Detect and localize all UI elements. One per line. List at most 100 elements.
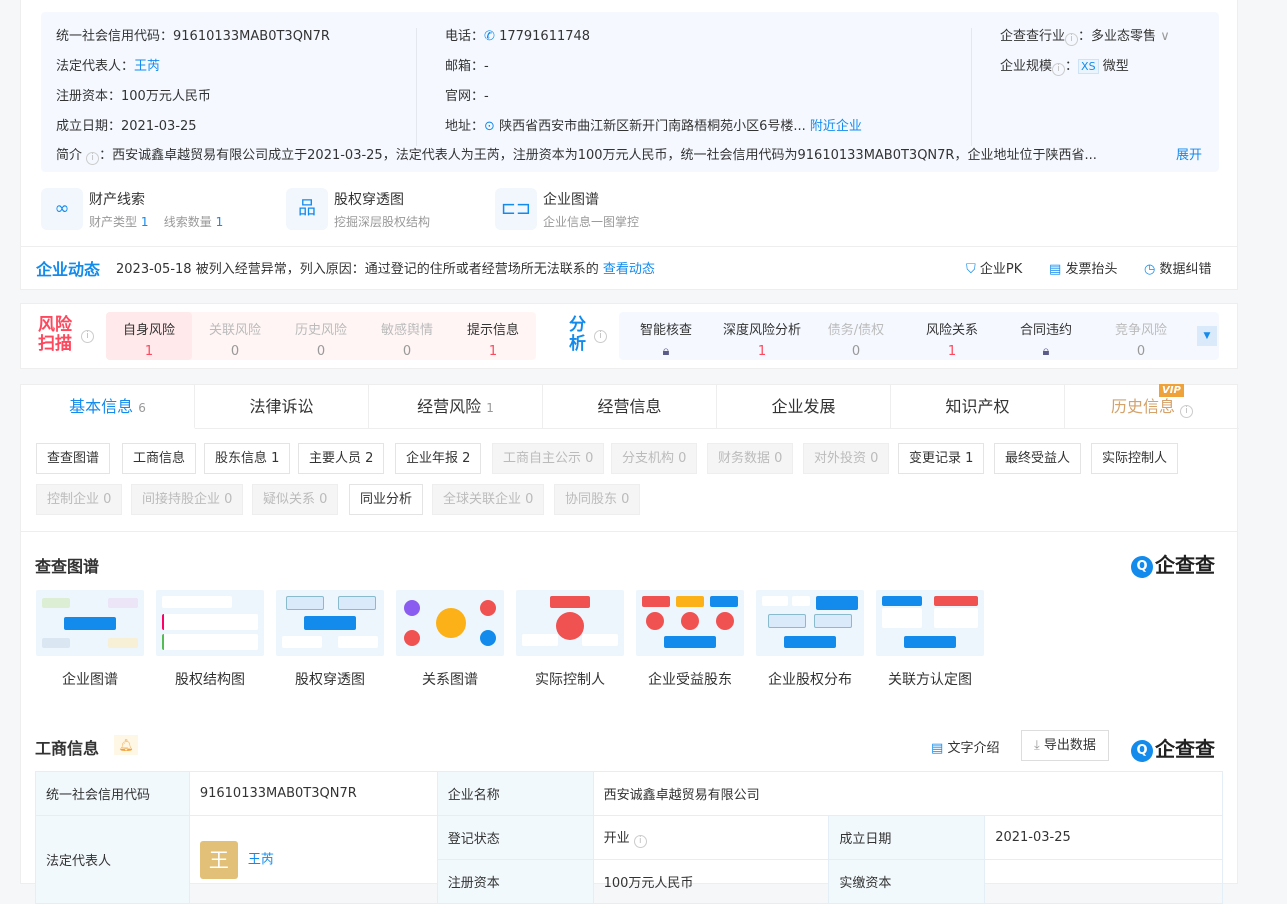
tag[interactable]: 实际控制人: [1091, 443, 1179, 474]
title: 股权穿透图: [334, 192, 404, 208]
thumb-related-party[interactable]: [876, 590, 984, 656]
capital: 注册资本：100万元人民币: [56, 85, 211, 104]
tag: 控制企业 0: [36, 484, 123, 515]
thumb-label[interactable]: 关联方认定图: [876, 669, 984, 689]
bell-icon[interactable]: 🔔︎: [114, 735, 138, 755]
risk-item[interactable]: 提示信息 1: [450, 319, 536, 359]
expand-link[interactable]: 展开: [1176, 144, 1203, 163]
tag[interactable]: 查查图谱: [36, 443, 111, 474]
thumb-label[interactable]: 关系图谱: [396, 669, 504, 689]
info-icon[interactable]: i: [81, 330, 94, 343]
divider: [21, 531, 1237, 532]
tab-basic-info[interactable]: 基本信息 6: [21, 385, 195, 429]
thumb-label[interactable]: 实际控制人: [516, 669, 624, 689]
info-icon[interactable]: i: [86, 152, 100, 165]
table-row: 统一社会信用代码 91610133MAB0T3QN7R 企业名称 西安诚鑫卓越贸…: [35, 771, 1224, 816]
divider: [416, 28, 417, 146]
analysis-item[interactable]: 深度风险分析 1: [715, 319, 809, 359]
risk-card: 风险 扫描 i 自身风险 1 关联风险 0 历史风险 0 敏感舆情 0 提示信息 1 分析 …: [20, 303, 1238, 369]
tag[interactable]: 变更记录 1: [898, 443, 985, 474]
cell-label: 法定代表人: [35, 815, 190, 904]
info-icon[interactable]: i: [633, 835, 647, 848]
legal-rep: 法定代表人：王芮: [56, 55, 160, 74]
analysis-item[interactable]: 债务/债权 0: [811, 319, 901, 359]
tag: 分支机构 0: [611, 443, 698, 474]
scale: 企业规模 i： XS 微型: [1000, 59, 1129, 76]
thumb-label[interactable]: 企业受益股东: [636, 669, 744, 689]
risk-item[interactable]: 敏感舆情 0: [364, 319, 450, 359]
tab-operation-info[interactable]: 经营信息: [543, 385, 717, 429]
company-header-card: 统一社会信用代码：91610133MAB0T3QN7R 法定代表人：王芮 注册资…: [20, 0, 1238, 290]
tag[interactable]: 同业分析: [349, 484, 424, 515]
thumb-equity-structure[interactable]: [156, 590, 264, 656]
risk-item[interactable]: 自身风险 1: [106, 319, 192, 359]
invoice-button[interactable]: ▤ 发票抬头: [1049, 258, 1117, 277]
thumb-label[interactable]: 企业股权分布: [756, 669, 864, 689]
thumb-equity-distribution[interactable]: [756, 590, 864, 656]
nearby-link[interactable]: 附近企业: [810, 119, 862, 134]
text-intro-button[interactable]: ▤ 文字介绍: [931, 737, 999, 756]
thumb-actual-controller[interactable]: [516, 590, 624, 656]
business-info-table: 统一社会信用代码 91610133MAB0T3QN7R 企业名称 西安诚鑫卓越贸…: [35, 771, 1224, 904]
correction-button[interactable]: ◷ 数据纠错: [1144, 258, 1212, 277]
tab-development[interactable]: 企业发展: [717, 385, 891, 429]
qcc-logo: Q 企查查: [1131, 733, 1215, 762]
info-icon[interactable]: i: [1065, 33, 1079, 46]
pk-button[interactable]: ⛉ 企业PK: [966, 258, 1022, 277]
cell-value: 西安诚鑫卓越贸易有限公司: [592, 771, 1224, 816]
analysis-title: 分析: [569, 315, 586, 354]
risk-item[interactable]: 关联风险 0: [192, 319, 278, 359]
legal-rep-link[interactable]: 王芮: [248, 852, 274, 867]
label: 电话：: [445, 29, 485, 44]
cell-label: 统一社会信用代码: [35, 771, 190, 816]
table-row: 法定代表人 王王芮 登记状态 开业 i 成立日期 2021-03-25: [35, 815, 1223, 904]
view-dynamic-link[interactable]: 查看动态: [603, 262, 655, 277]
intro: 简介 i ：西安诚鑫卓越贸易有限公司成立于2021-03-25，法定代表人为王芮，…: [56, 144, 1206, 165]
website: 官网：-: [445, 85, 489, 104]
industry[interactable]: 企查查行业 i ：多业态零售 ∨: [1000, 25, 1170, 46]
value: 陕西省西安市曲江新区新开门南路梧桐苑小区6号楼...: [499, 119, 806, 134]
tab-history[interactable]: 历史信息 i VIP: [1065, 384, 1239, 429]
thumb-equity-penetration[interactable]: [276, 590, 384, 656]
label: 地址：: [445, 119, 485, 134]
analysis-item[interactable]: 合同违约 🔒︎: [1001, 319, 1091, 359]
thumb-beneficial-owner[interactable]: [636, 590, 744, 656]
thumb-company-graph[interactable]: [36, 590, 144, 656]
biz-title: 工商信息: [35, 739, 100, 758]
cell-value: 2021-03-25: [984, 815, 1223, 860]
label: 统一社会信用代码：: [56, 29, 174, 44]
thumb-label[interactable]: 股权穿透图: [276, 669, 384, 689]
tab-operation-risk[interactable]: 经营风险 1: [369, 385, 543, 429]
value: 17791611748: [499, 29, 591, 44]
info-icon[interactable]: i: [1052, 63, 1066, 76]
analysis-item[interactable]: 竞争风险 0: [1096, 319, 1186, 359]
title: 财产线索: [89, 192, 145, 208]
analysis-item[interactable]: 智能核查 🔒︎: [621, 319, 711, 359]
tag[interactable]: 股东信息 1: [204, 443, 291, 474]
value: 91610133MAB0T3QN7R: [173, 29, 330, 44]
cell-value: 91610133MAB0T3QN7R: [188, 771, 438, 816]
tab-ip[interactable]: 知识产权: [891, 385, 1065, 429]
analysis-item[interactable]: 风险关系 1: [907, 319, 997, 359]
thumb-label[interactable]: 股权结构图: [156, 669, 264, 689]
tab-litigation[interactable]: 法律诉讼: [195, 385, 369, 429]
export-button[interactable]: ⤓ 导出数据: [1021, 730, 1109, 761]
invoice-icon: ▤: [1049, 262, 1062, 277]
tag[interactable]: 最终受益人: [994, 443, 1082, 474]
tag[interactable]: 主要人员 2: [298, 443, 385, 474]
legal-rep-link[interactable]: 王芮: [134, 59, 160, 74]
info-icon[interactable]: i: [594, 330, 607, 343]
link-icon: ∞: [41, 188, 83, 230]
analysis-items: 智能核查 🔒︎ 深度风险分析 1 债务/债权 0 风险关系 1 合同违约 🔒︎ 竞争风险 0…: [619, 312, 1219, 360]
tag: 疑似关系 0: [252, 484, 339, 515]
cell-label: 登记状态: [436, 815, 594, 860]
tag[interactable]: 企业年报 2: [395, 443, 482, 474]
label: 官网：: [445, 89, 485, 104]
risk-item[interactable]: 历史风险 0: [278, 319, 364, 359]
divider: [971, 28, 972, 146]
intro-text: ：西安诚鑫卓越贸易有限公司成立于2021-03-25，法定代表人为王芮，注册资本…: [99, 148, 1097, 163]
thumb-label[interactable]: 企业图谱: [36, 669, 144, 689]
expand-dropdown-icon[interactable]: ▼: [1197, 326, 1217, 346]
thumb-relation-graph[interactable]: [396, 590, 504, 656]
tag[interactable]: 工商信息: [122, 443, 197, 474]
